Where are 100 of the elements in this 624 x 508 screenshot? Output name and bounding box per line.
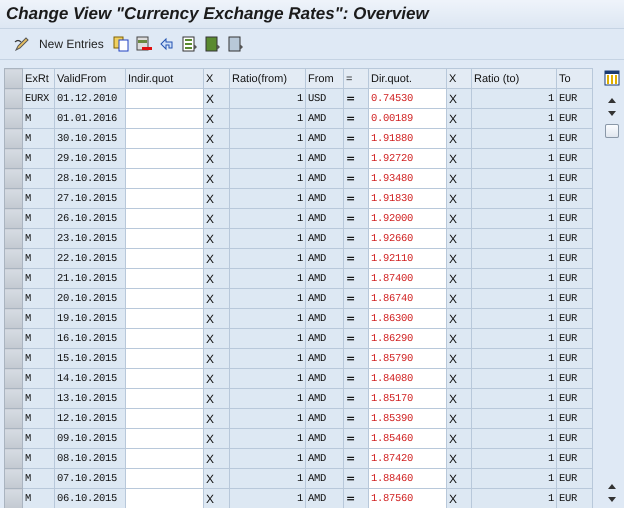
input-field[interactable]: 1.92000 [368,208,446,228]
input-field[interactable]: 1.92720 [368,148,446,168]
input-field[interactable] [126,388,204,408]
input-field[interactable]: 1.85790 [368,348,446,368]
input-field[interactable] [126,408,204,428]
row-selector[interactable] [4,348,22,368]
input-field[interactable] [126,428,204,448]
column-header[interactable]: X [204,68,230,88]
table-cell: 07.10.2015 [54,468,126,488]
row-selector[interactable] [4,128,22,148]
input-field[interactable] [126,348,204,368]
input-field[interactable] [126,108,204,128]
row-selector[interactable] [4,408,22,428]
input-field[interactable] [126,128,204,148]
input-field[interactable]: 1.84080 [368,368,446,388]
input-field[interactable] [126,308,204,328]
input-field[interactable]: 0.00189 [368,108,446,128]
input-field[interactable]: 1.91830 [368,188,446,208]
column-header[interactable]: = [344,68,368,88]
row-selector[interactable] [4,388,22,408]
input-field[interactable]: 1.87400 [368,268,446,288]
row-selector[interactable] [4,188,22,208]
table-cell: = [344,468,368,488]
scroll-down-icon[interactable] [608,111,616,116]
column-header[interactable]: Ratio(from) [230,68,306,88]
input-field[interactable]: 1.86740 [368,288,446,308]
column-header[interactable]: ExRt [22,68,54,88]
delete-icon[interactable] [136,36,152,52]
input-field[interactable] [126,248,204,268]
select-all-cell[interactable] [4,68,22,88]
row-selector[interactable] [4,168,22,188]
column-header[interactable]: Ratio (to) [472,68,556,88]
input-field[interactable] [126,88,204,108]
row-selector[interactable] [4,488,22,508]
row-selector[interactable] [4,328,22,348]
undo-icon[interactable] [158,36,175,52]
table-cell: X [446,308,472,328]
row-selector[interactable] [4,108,22,128]
input-field[interactable]: 1.85460 [368,428,446,448]
row-selector[interactable] [4,428,22,448]
column-header[interactable]: From [306,68,344,88]
row-selector[interactable] [4,88,22,108]
input-field[interactable] [126,368,204,388]
row-selector[interactable] [4,448,22,468]
input-field[interactable] [126,208,204,228]
input-field[interactable]: 1.88460 [368,468,446,488]
input-field[interactable]: 1.87420 [368,448,446,468]
input-field[interactable]: 1.86300 [368,308,446,328]
row-selector[interactable] [4,148,22,168]
select-block-icon[interactable] [204,36,221,52]
scroll-down-icon[interactable] [608,497,616,502]
scroll-up-icon[interactable] [608,484,616,489]
input-field[interactable] [126,168,204,188]
input-field[interactable] [126,488,204,508]
table-cell: AMD [306,208,344,228]
scroll-up-icon[interactable] [608,98,616,103]
row-selector[interactable] [4,308,22,328]
input-field[interactable]: 1.87560 [368,488,446,508]
row-selector[interactable] [4,368,22,388]
input-field[interactable] [126,448,204,468]
input-field[interactable]: 0.74530 [368,88,446,108]
input-field[interactable] [126,148,204,168]
row-selector[interactable] [4,228,22,248]
row-selector[interactable] [4,468,22,488]
column-header[interactable]: Dir.quot. [368,68,446,88]
input-field[interactable] [126,228,204,248]
new-entries-button[interactable]: New Entries [37,37,106,51]
pencil-icon[interactable] [14,36,30,52]
table-cell: 23.10.2015 [54,228,126,248]
input-field[interactable]: 1.85390 [368,408,446,428]
row-selector[interactable] [4,288,22,308]
input-field[interactable]: 1.86290 [368,328,446,348]
row-selector[interactable] [4,268,22,288]
column-header[interactable]: Indir.quot [126,68,204,88]
input-field[interactable] [126,468,204,488]
input-field[interactable]: 1.93480 [368,168,446,188]
column-header[interactable]: To [556,68,592,88]
table-cell: EUR [556,188,592,208]
input-field[interactable]: 1.85170 [368,388,446,408]
input-field[interactable] [126,288,204,308]
column-settings-icon[interactable] [604,70,620,86]
table-cell: X [446,288,472,308]
table-cell: 01.01.2016 [54,108,126,128]
copy-icon[interactable] [112,36,129,52]
deselect-icon[interactable] [228,36,244,52]
column-header[interactable]: X [446,68,472,88]
table-cell: = [344,168,368,188]
row-selector[interactable] [4,208,22,228]
column-header[interactable]: ValidFrom [54,68,126,88]
select-all-icon[interactable] [182,36,198,52]
input-field[interactable] [126,268,204,288]
input-field[interactable]: 1.92660 [368,228,446,248]
table-cell: EUR [556,468,592,488]
input-field[interactable]: 1.92110 [368,248,446,268]
row-selector[interactable] [4,248,22,268]
input-field[interactable] [126,188,204,208]
scroll-thumb[interactable] [605,124,619,138]
input-field[interactable] [126,328,204,348]
input-field[interactable]: 1.91880 [368,128,446,148]
table-cell: USD [306,88,344,108]
